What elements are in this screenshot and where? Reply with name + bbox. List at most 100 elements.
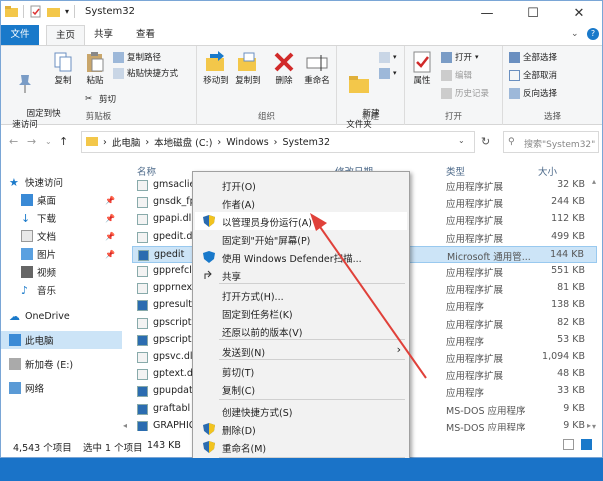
file-name: graftabl (153, 402, 191, 414)
qat-dropdown-icon[interactable]: ▾ (65, 7, 69, 16)
nav-music[interactable]: ♪ 音乐 (9, 281, 121, 299)
details-view-icon[interactable] (563, 439, 574, 450)
address-bar[interactable]: › 此电脑 › 本地磁盘 (C:) › Windows › System32 (81, 131, 475, 153)
menu-create-shortcut[interactable]: 创建快捷方式(S) (195, 402, 407, 420)
ribbon-expand-icon[interactable]: ⌄ (571, 29, 579, 39)
copy-path-button[interactable]: 复制路径 (113, 50, 161, 64)
large-icons-view-icon[interactable] (581, 439, 592, 450)
drive-icon (9, 358, 21, 370)
nav-onedrive[interactable]: ☁ OneDrive (9, 307, 121, 325)
menu-rename[interactable]: 重命名(M) (195, 438, 407, 456)
pin-icon: 📌 (105, 195, 115, 205)
copy-to-button[interactable]: 复制到 (233, 50, 263, 87)
nav-documents[interactable]: 文档 📌 (9, 227, 121, 245)
back-button[interactable]: ← (9, 135, 18, 148)
breadcrumb-windows[interactable]: Windows (226, 137, 268, 148)
vertical-scrollbar[interactable]: ▴ ▾ (591, 177, 602, 431)
menu-label: 复制(C) (222, 386, 256, 397)
menu-restore-versions[interactable]: 还原以前的版本(V) (195, 322, 407, 340)
move-to-button[interactable]: 移动到 (201, 50, 231, 87)
col-type-header[interactable]: 类型 (446, 164, 465, 178)
paste-shortcut-button[interactable]: 粘贴快捷方式 (113, 66, 178, 80)
open-button[interactable]: 打开 ▾ (441, 50, 479, 64)
shield-icon (203, 441, 215, 453)
nav-this-pc[interactable]: 此电脑 (1, 331, 122, 349)
menu-open[interactable]: 打开(O) (195, 176, 407, 194)
scroll-left-icon[interactable]: ◂ (123, 421, 127, 430)
defender-icon (203, 251, 215, 263)
nav-volume-e[interactable]: 新加卷 (E:) (9, 355, 121, 373)
help-icon[interactable]: ? (587, 28, 599, 40)
file-size: 138 KB (551, 299, 585, 311)
scroll-down-icon[interactable]: ▾ (592, 422, 596, 431)
invert-selection-button[interactable]: 反向选择 (509, 86, 557, 100)
menu-send-to[interactable]: 发送到(N) › (195, 342, 407, 360)
up-button[interactable]: ↑ (59, 135, 68, 148)
nav-pictures[interactable]: 图片 📌 (9, 245, 121, 263)
paste-button[interactable]: 粘贴 (81, 50, 109, 87)
menu-author[interactable]: 作者(A) (195, 194, 407, 212)
easy-access-button[interactable]: ▾ (379, 66, 397, 80)
search-input[interactable]: 搜索"System32" (503, 131, 599, 153)
properties-qat-icon[interactable] (29, 5, 42, 18)
col-size-header[interactable]: 大小 (538, 164, 557, 178)
file-name: gpscript (153, 333, 192, 345)
new-item-button[interactable]: ▾ (379, 50, 397, 64)
rename-button[interactable]: 重命名 (301, 50, 333, 87)
menu-defender-scan[interactable]: 使用 Windows Defender扫描... (195, 248, 407, 266)
tab-view[interactable]: 查看 (127, 25, 164, 45)
file-icon (137, 352, 148, 363)
menu-copy[interactable]: 复制(C) (195, 380, 407, 398)
selected-size: 143 KB (147, 440, 181, 451)
file-name: gpedit.dll (153, 230, 198, 242)
file-size: 1,094 KB (542, 351, 585, 362)
menu-open-with[interactable]: 打开方式(H)... (195, 286, 407, 304)
edit-button[interactable]: 编辑 (441, 68, 472, 82)
breadcrumb-this-pc[interactable]: 此电脑 (112, 135, 141, 149)
close-button[interactable]: ✕ (556, 1, 602, 25)
scroll-up-icon[interactable]: ▴ (592, 177, 596, 186)
menu-label: 使用 Windows Defender扫描... (222, 254, 362, 265)
copy-button[interactable]: 复制 (49, 50, 77, 87)
file-size: 33 KB (557, 385, 585, 397)
new-folder-qat-icon[interactable] (47, 5, 60, 18)
menu-separator (219, 399, 405, 400)
recent-dropdown[interactable]: ⌄ (45, 137, 52, 146)
tab-share[interactable]: 共享 (85, 25, 122, 45)
menu-run-as-admin[interactable]: 以管理员身份运行(A) (195, 212, 407, 230)
delete-button[interactable]: 删除 (271, 50, 297, 87)
menu-pin-start[interactable]: 固定到"开始"屏幕(P) (195, 230, 407, 248)
nav-network[interactable]: 网络 (9, 379, 121, 397)
menu-cut[interactable]: 剪切(T) (195, 362, 407, 380)
minimize-button[interactable]: — (464, 1, 510, 25)
file-type: 应用程序扩展 (446, 199, 504, 211)
tab-home[interactable]: 主页 (46, 25, 86, 45)
col-name-header[interactable]: 名称 (137, 164, 156, 178)
nav-videos[interactable]: 视频 (9, 263, 121, 281)
item-count: 4,543 个项目 (13, 443, 72, 454)
forward-button[interactable]: → (27, 135, 36, 148)
nav-downloads[interactable]: ↓ 下载 📌 (9, 209, 121, 227)
nav-quick-access[interactable]: ★ 快速访问 (9, 173, 121, 191)
menu-delete[interactable]: 删除(D) (195, 420, 407, 438)
menu-share[interactable]: 共享 (195, 266, 407, 284)
submenu-arrow-icon: › (396, 343, 401, 356)
refresh-icon[interactable]: ↻ (481, 135, 490, 148)
tab-file[interactable]: 文件 (1, 25, 39, 45)
history-button[interactable]: 历史记录 (441, 86, 489, 100)
navigation-pane: ★ 快速访问 桌面 📌 ↓ 下载 📌 文档 📌 图片 📌 视频 ♪ 音乐 ☁ OneDrive … (1, 169, 123, 431)
scroll-right-icon[interactable]: ▸ (587, 421, 591, 430)
file-size: 144 KB (550, 248, 584, 260)
select-all-button[interactable]: 全部选择 (509, 50, 557, 64)
maximize-button[interactable]: ☐ (510, 1, 556, 25)
select-none-button[interactable]: 全部取消 (509, 68, 557, 82)
breadcrumb-c-drive[interactable]: 本地磁盘 (C:) (154, 135, 212, 149)
address-dropdown-icon[interactable]: ⌄ (458, 136, 465, 145)
nav-desktop[interactable]: 桌面 📌 (9, 191, 121, 209)
music-icon: ♪ (21, 284, 29, 297)
properties-button[interactable]: 属性 (409, 50, 435, 87)
breadcrumb-system32[interactable]: System32 (282, 137, 330, 148)
menu-pin-taskbar[interactable]: 固定到任务栏(K) (195, 304, 407, 322)
cut-button[interactable]: ✂ 剪切 (85, 92, 116, 106)
file-size: 53 KB (557, 333, 585, 345)
